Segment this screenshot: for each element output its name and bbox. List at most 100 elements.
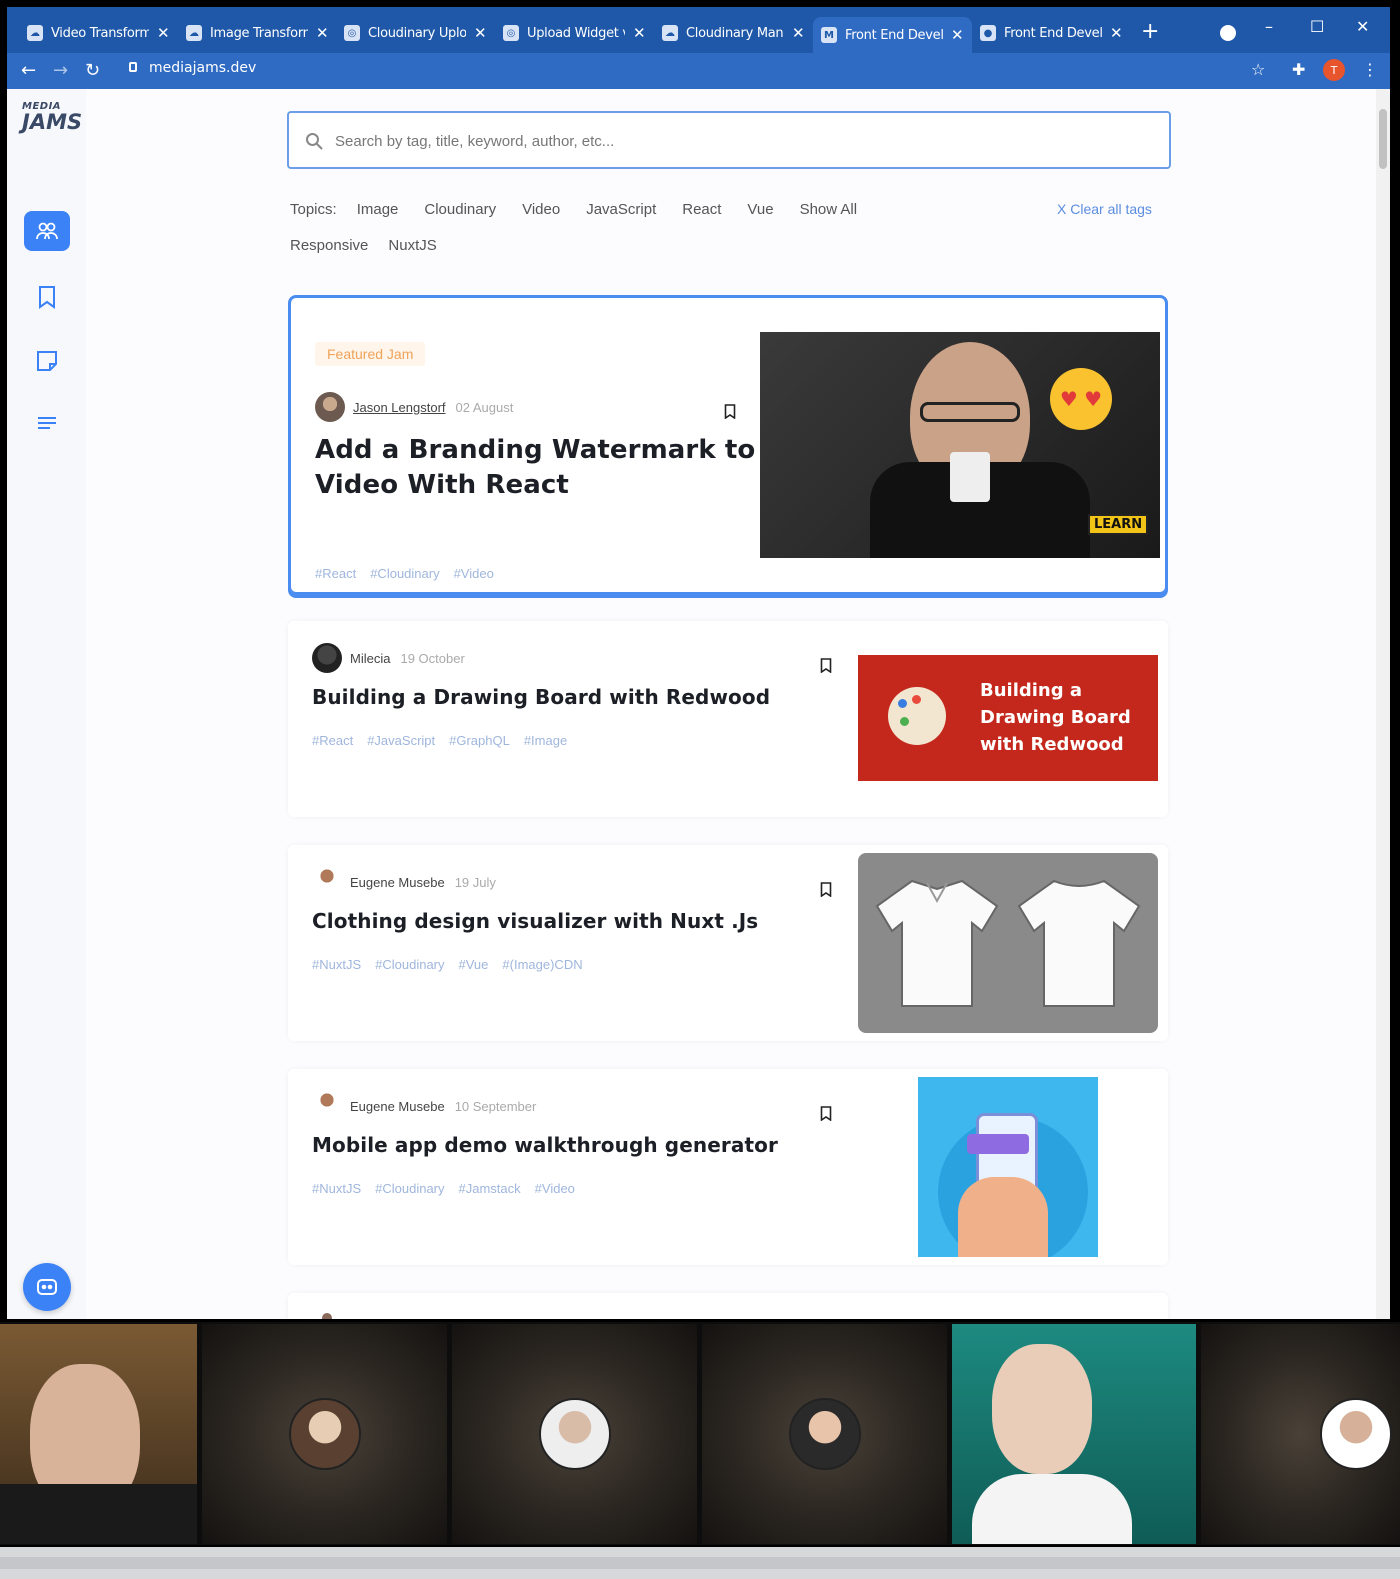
tag[interactable]: #React (312, 733, 353, 748)
discord-button[interactable] (23, 1263, 71, 1311)
avatar (322, 1313, 332, 1319)
clear-all-tags-link[interactable]: X Clear all tags (1057, 201, 1152, 217)
forward-icon[interactable]: → (53, 60, 68, 81)
topic-cloudinary[interactable]: Cloudinary (424, 201, 496, 218)
menu-icon[interactable]: ⋮ (1362, 60, 1378, 79)
new-tab-button[interactable]: + (1141, 19, 1159, 44)
author-name[interactable]: Eugene Musebe (350, 1099, 445, 1114)
featured-jam-card[interactable]: Featured Jam Jason Lengstorf 02 August A… (288, 295, 1168, 595)
participant-tile[interactable] (1201, 1324, 1400, 1544)
close-tab-icon[interactable]: ✕ (951, 26, 964, 44)
sidebar-item-bookmarks[interactable] (24, 277, 70, 317)
topic-show-all[interactable]: Show All (800, 201, 858, 218)
author-name[interactable]: Eugene Musebe (350, 875, 445, 890)
search-input[interactable] (335, 127, 1135, 155)
participant-tile[interactable] (952, 1324, 1196, 1544)
tag[interactable]: #Cloudinary (375, 1181, 444, 1196)
bookmark-icon[interactable] (724, 404, 736, 419)
close-tab-icon[interactable]: ✕ (316, 24, 329, 42)
close-tab-icon[interactable]: ✕ (474, 24, 487, 42)
avatar (312, 1091, 342, 1121)
author-meta: Eugene Musebe 10 September (312, 1091, 536, 1121)
star-icon[interactable]: ☆ (1251, 60, 1265, 79)
participant-tile[interactable] (0, 1324, 197, 1544)
community-icon (36, 222, 58, 240)
jam-card[interactable] (288, 1293, 1168, 1319)
topic-vue[interactable]: Vue (747, 201, 773, 218)
tab-search-icon[interactable] (1220, 25, 1236, 41)
close-tab-icon[interactable]: ✕ (157, 24, 170, 42)
participant-tile[interactable] (202, 1324, 447, 1544)
jam-title[interactable]: Mobile app demo walkthrough generator (312, 1133, 778, 1157)
tag[interactable]: #Vue (459, 957, 489, 972)
scrollbar-thumb[interactable] (1379, 109, 1387, 169)
jam-card[interactable]: Eugene Musebe 10 September Mobile app de… (288, 1069, 1168, 1265)
jam-thumbnail[interactable]: Building a Drawing Board with Redwood (858, 655, 1158, 781)
reload-icon[interactable]: ↻ (85, 60, 100, 81)
author-name[interactable]: Jason Lengstorf (353, 400, 446, 415)
extensions-icon[interactable]: ✚ (1292, 60, 1305, 79)
tag[interactable]: #Video (454, 566, 494, 581)
jam-thumbnail[interactable] (858, 853, 1158, 1033)
tag[interactable]: #Cloudinary (375, 957, 444, 972)
close-tab-icon[interactable]: ✕ (1110, 24, 1123, 42)
topic-nuxtjs[interactable]: NuxtJS (388, 237, 436, 254)
lock-icon[interactable] (129, 62, 137, 72)
back-icon[interactable]: ← (21, 60, 36, 81)
maximize-icon[interactable]: ☐ (1310, 17, 1324, 36)
tab-video-transformations[interactable]: ☁ Video Transforma ✕ (27, 19, 170, 47)
close-tab-icon[interactable]: ✕ (633, 24, 646, 42)
participant-tile[interactable] (702, 1324, 947, 1544)
tab-image-transformations[interactable]: ☁ Image Transforma ✕ (186, 19, 329, 47)
jam-title[interactable]: Building a Drawing Board with Redwood (312, 685, 770, 709)
author-meta: Jason Lengstorf 02 August (315, 392, 513, 422)
tab-cloudinary-upload[interactable]: ◎ Cloudinary Uploa ✕ (344, 19, 487, 47)
tab-front-end-developer[interactable]: ● Front End Develo ✕ (980, 19, 1123, 47)
featured-thumbnail[interactable]: ♥ ♥ LEARN (760, 332, 1160, 558)
jam-thumbnail[interactable] (918, 1077, 1098, 1257)
bookmark-icon[interactable] (820, 658, 832, 673)
bookmark-icon[interactable] (820, 882, 832, 897)
topic-javascript[interactable]: JavaScript (586, 201, 656, 218)
bookmark-icon[interactable] (820, 1106, 832, 1121)
tag[interactable]: #(Image)CDN (502, 957, 582, 972)
sidebar-item-community[interactable] (24, 211, 70, 251)
topics-label: Topics: (290, 201, 337, 218)
tag[interactable]: #React (315, 566, 356, 581)
tag[interactable]: #Cloudinary (370, 566, 439, 581)
page-scrollbar[interactable] (1376, 89, 1390, 1319)
author-name[interactable]: Milecia (350, 651, 390, 666)
topic-responsive[interactable]: Responsive (290, 237, 368, 254)
jam-title[interactable]: Clothing design visualizer with Nuxt .Js (312, 909, 758, 933)
jam-card[interactable]: Eugene Musebe 19 July Clothing design vi… (288, 845, 1168, 1041)
minimize-icon[interactable]: – (1265, 17, 1273, 36)
tag[interactable]: #JavaScript (367, 733, 435, 748)
profile-avatar[interactable]: T (1323, 59, 1345, 81)
main-content: Topics: Image Cloudinary Video JavaScrip… (86, 89, 1390, 1319)
jam-card[interactable]: Milecia 19 October Building a Drawing Bo… (288, 621, 1168, 817)
sidebar-item-notes[interactable] (24, 341, 70, 381)
topic-video[interactable]: Video (522, 201, 560, 218)
tag[interactable]: #Image (524, 733, 567, 748)
close-tab-icon[interactable]: ✕ (792, 24, 805, 42)
tag[interactable]: #NuxtJS (312, 1181, 361, 1196)
tab-upload-widget[interactable]: ◎ Upload Widget v ✕ (503, 19, 646, 47)
url-field[interactable]: mediajams.dev (149, 60, 256, 76)
sidebar-item-list[interactable] (24, 403, 70, 443)
tag[interactable]: #Video (535, 1181, 575, 1196)
search-box[interactable] (287, 111, 1171, 169)
tab-front-end-developer-active[interactable]: M Front End Develo ✕ (813, 17, 972, 53)
tag[interactable]: #GraphQL (449, 733, 510, 748)
cloudinary-icon: ☁ (662, 25, 678, 41)
cloudinary-icon: ☁ (186, 25, 202, 41)
participant-tile[interactable] (452, 1324, 697, 1544)
tag[interactable]: #NuxtJS (312, 957, 361, 972)
tab-cloudinary-management[interactable]: ☁ Cloudinary Mana ✕ (662, 19, 805, 47)
bookmark-icon (39, 286, 55, 309)
topic-image[interactable]: Image (357, 201, 399, 218)
close-window-icon[interactable]: ✕ (1356, 17, 1369, 36)
tag[interactable]: #Jamstack (459, 1181, 521, 1196)
topic-react[interactable]: React (682, 201, 721, 218)
jam-title[interactable]: Add a Branding Watermark to Video With R… (315, 433, 755, 503)
mediajams-logo[interactable]: MEDIA JAMS (22, 101, 82, 133)
